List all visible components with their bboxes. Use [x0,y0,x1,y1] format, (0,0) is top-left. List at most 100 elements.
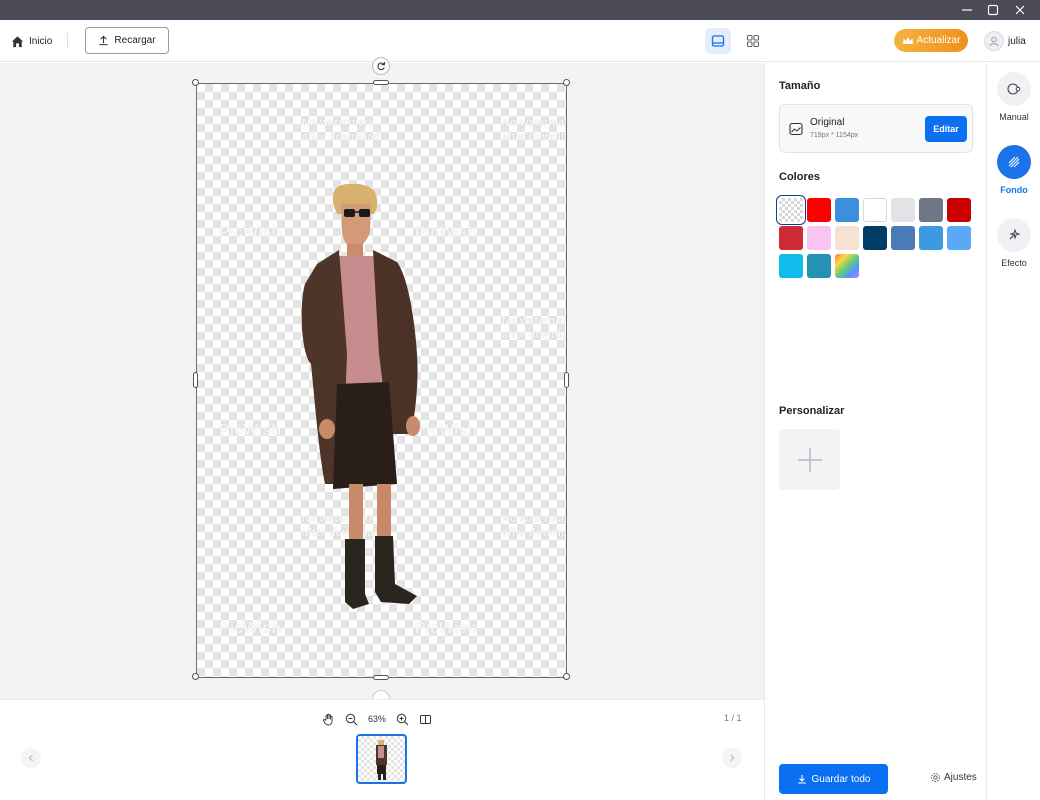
download-icon [797,775,806,784]
resize-handle-top[interactable] [373,80,389,85]
color-swatch[interactable] [863,226,887,250]
chevron-right-icon [730,754,735,762]
tool-effect[interactable]: Efecto [987,218,1040,268]
home-icon [11,35,24,47]
single-view-button[interactable] [705,28,731,54]
edit-size-button[interactable]: Editar [925,116,967,142]
resize-handle-top-left[interactable] [192,79,199,86]
color-swatch[interactable] [891,198,915,222]
bottom-bar: 63% 1 / 1 [0,699,764,800]
upgrade-button[interactable]: Actualizar [894,29,968,52]
settings-button[interactable]: Ajustes [930,772,977,783]
user-menu[interactable]: julia [984,30,1026,52]
color-swatch[interactable] [919,198,943,222]
upgrade-label: Actualizar [916,35,961,46]
color-swatch[interactable] [779,198,803,222]
zoom-level: 63% [368,714,387,724]
tool-manual-label: Manual [999,112,1029,122]
crown-icon [902,36,913,44]
watermark-logo: PicWish [219,422,282,439]
size-dimensions: 719px * 1154px [810,132,859,139]
user-icon [989,36,999,47]
grid-view-button[interactable] [740,28,766,54]
image-icon [789,122,803,136]
top-toolbar: Inicio Recargar Actualizar julia [0,20,1040,62]
watermark-text: No watermarkafter download [502,315,567,341]
zoom-out-icon[interactable] [345,713,358,726]
close-icon[interactable] [1007,0,1033,20]
color-swatch[interactable] [779,254,803,278]
gear-icon [931,773,940,782]
color-swatch[interactable] [947,226,971,250]
colors-section-title: Colores [779,171,820,183]
color-swatches [779,198,979,278]
title-bar [0,0,1040,20]
username: julia [1008,35,1026,47]
color-swatch[interactable] [891,226,915,250]
image-canvas[interactable]: No watermarkafter download No watermarka… [196,83,567,678]
color-swatch[interactable] [919,226,943,250]
resize-handle-top-right[interactable] [563,79,570,86]
prev-image-button[interactable] [21,748,41,768]
home-button[interactable]: Inicio [10,31,52,51]
avatar [984,31,1004,51]
tool-background[interactable]: Fondo [987,145,1040,195]
resize-handle-bottom[interactable] [373,675,389,680]
tool-effect-label: Efecto [1001,258,1027,268]
color-swatch[interactable] [835,254,859,278]
next-image-button[interactable] [722,748,742,768]
resize-handle-bottom-right[interactable] [563,673,570,680]
resize-handle-left[interactable] [193,372,198,388]
effect-icon [997,218,1031,252]
manual-icon [997,72,1031,106]
watermark-logo: PicWish [219,620,282,637]
watermark-logo: PicWish [219,224,282,241]
upload-icon [99,35,109,46]
color-swatch[interactable] [807,254,831,278]
rotate-icon[interactable] [372,57,390,75]
watermark-text: No watermarkafter download [302,117,381,143]
plus-icon [797,447,822,472]
tool-manual[interactable]: Manual [987,72,1040,122]
color-swatch[interactable] [947,198,971,222]
background-panel: Tamaño Original 719px * 1154px Editar Co… [764,63,986,800]
home-label: Inicio [29,35,53,47]
color-swatch[interactable] [807,198,831,222]
save-all-button[interactable]: Guardar todo [779,764,888,794]
size-section-title: Tamaño [779,80,821,92]
tool-rail: Manual Fondo Efecto [986,63,1040,800]
resize-handle-bottom-left[interactable] [192,673,199,680]
minimize-icon[interactable] [954,0,980,20]
color-swatch[interactable] [835,198,859,222]
image-thumbnail[interactable] [356,734,407,784]
watermark-text: No watermarkafter download [502,513,567,539]
grid-view-icon [746,34,760,48]
resize-handle-right[interactable] [564,372,569,388]
reload-button[interactable]: Recargar [85,27,169,54]
color-swatch[interactable] [863,198,887,222]
zoom-in-icon[interactable] [396,713,409,726]
chevron-left-icon [28,754,33,762]
thumbnail-subject [376,740,387,780]
subject-cutout [301,184,420,609]
zoom-controls: 63% [322,710,432,728]
color-swatch[interactable] [779,226,803,250]
compare-icon[interactable] [419,713,432,726]
settings-label: Ajustes [944,772,977,783]
watermark-text: No watermarkafter download [502,117,567,143]
tool-background-label: Fondo [1000,185,1028,195]
save-all-label: Guardar todo [811,773,871,785]
color-swatch[interactable] [835,226,859,250]
background-icon [997,145,1031,179]
size-option-card[interactable]: Original 719px * 1154px Editar [779,104,973,153]
color-swatch[interactable] [807,226,831,250]
add-custom-background-button[interactable] [779,429,840,490]
size-name: Original [810,117,845,128]
custom-section-title: Personalizar [779,405,845,417]
page-count: 1 / 1 [724,713,742,723]
hand-icon[interactable] [322,713,335,726]
single-view-icon [711,35,725,47]
reload-label: Recargar [114,35,156,46]
toolbar-divider [67,33,68,49]
maximize-icon[interactable] [980,0,1006,20]
